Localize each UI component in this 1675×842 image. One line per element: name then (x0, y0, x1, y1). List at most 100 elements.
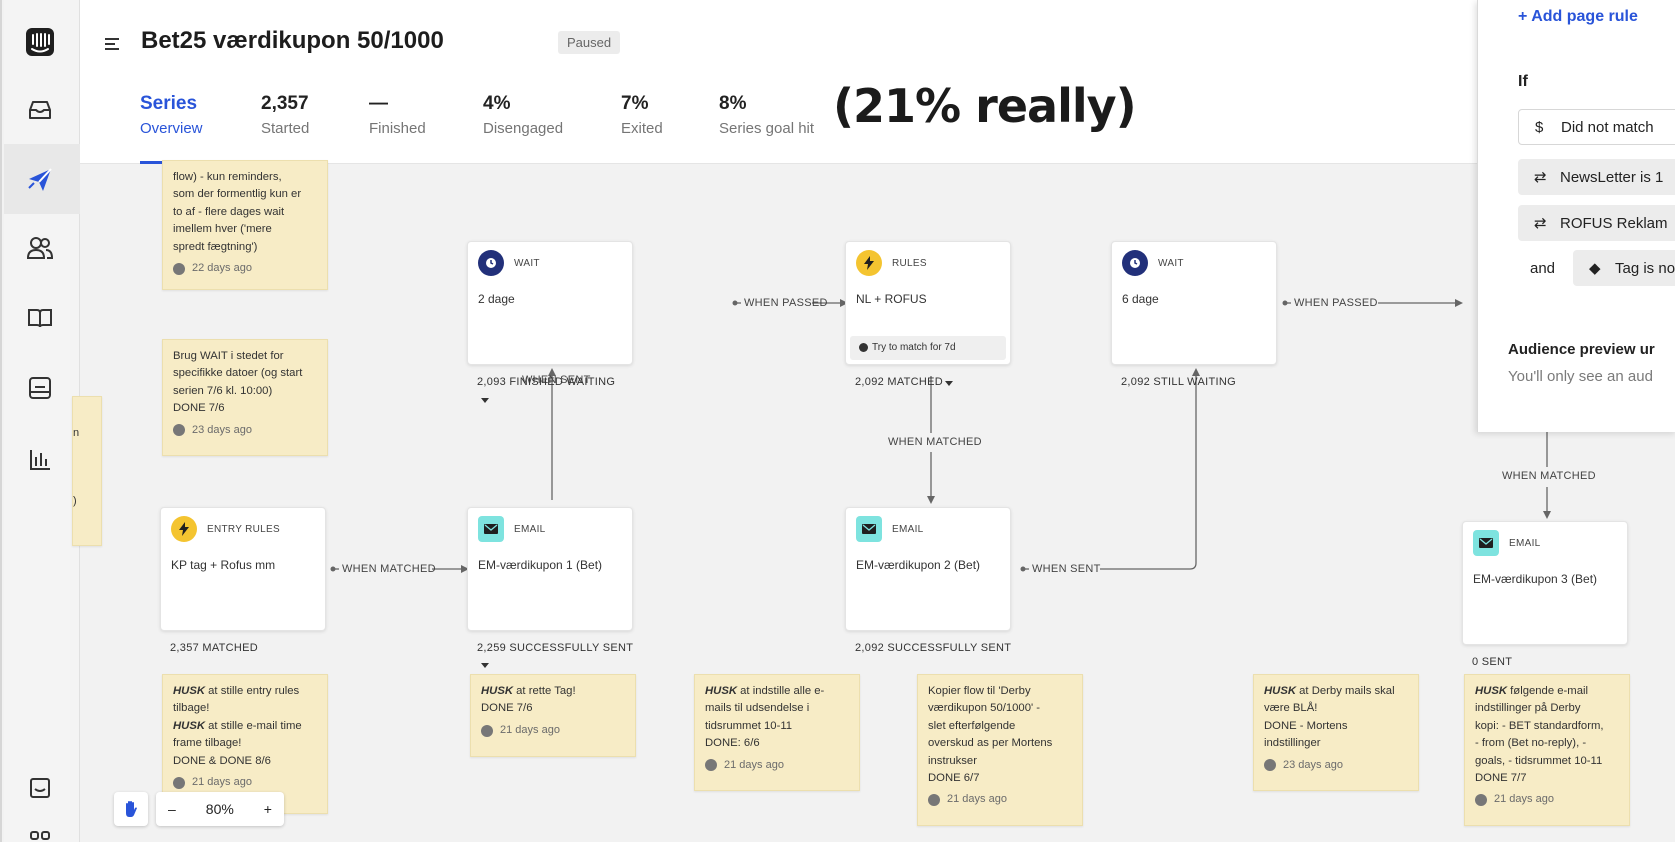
note-meta: 21 days ago (481, 722, 625, 739)
note-text: HUSK følgende e-mail indstillinger på De… (1475, 683, 1619, 787)
note-text: HUSK at stille entry rules tilbage! HUSK … (173, 683, 317, 770)
node-name: 2 dage (478, 292, 515, 306)
sticky-note[interactable]: HUSK følgende e-mail indstillinger på De… (1464, 674, 1630, 826)
stat-value: 7% (621, 93, 649, 114)
tab-overview-label: Overview (140, 120, 203, 137)
stat-disengaged[interactable]: 4% Disengaged (483, 93, 563, 137)
chevron-down-icon[interactable] (481, 398, 489, 403)
clock-icon (478, 250, 504, 276)
note-fragment: ) (73, 495, 77, 507)
note-meta: 21 days ago (705, 757, 849, 774)
node-entry-rules[interactable]: ENTRY RULES KP tag + Rofus mm (160, 507, 326, 631)
node-email-3[interactable]: EMAIL EM-værdikupon 3 (Bet) (1462, 521, 1628, 645)
note-fragment: n (73, 427, 80, 439)
rule-pill-rofus[interactable]: ⇄ ROFUS Reklam (1518, 205, 1675, 241)
node-count: 2,093 FINISHED WAITING (477, 376, 616, 388)
note-partial-left[interactable]: n ) (72, 396, 102, 546)
avatar (173, 424, 185, 437)
swap-icon: ⇄ (1534, 169, 1547, 186)
note-emphasis: HUSK (705, 685, 738, 697)
node-count: 0 SENT (1472, 656, 1513, 668)
connector-when-passed[interactable]: WHEN PASSED (1294, 297, 1378, 309)
tag-icon: ◆ (1589, 260, 1601, 277)
note-age: 21 days ago (1494, 793, 1554, 806)
add-page-rule-button[interactable]: + Add page rule (1518, 8, 1638, 26)
note-emphasis: HUSK (1475, 685, 1508, 697)
connector-when-matched[interactable]: WHEN MATCHED (1502, 470, 1596, 482)
stat-value: 2,357 (261, 93, 309, 114)
avatar (481, 724, 493, 737)
email-icon (856, 516, 882, 542)
rule-label: ROFUS Reklam (1560, 214, 1668, 232)
note-emphasis: HUSK (1264, 685, 1297, 697)
reports-chart-icon[interactable] (22, 442, 58, 478)
sticky-note[interactable]: flow) - kun reminders, som der formentli… (162, 160, 328, 290)
node-email-1[interactable]: EMAIL EM-værdikupon 1 (Bet) (467, 507, 633, 631)
sticky-note[interactable]: HUSK at rette Tag! DONE 7/6 21 days ago (470, 674, 636, 757)
apps-icon[interactable] (22, 818, 58, 842)
connector-when-matched[interactable]: WHEN MATCHED (342, 563, 436, 575)
sticky-note[interactable]: Kopier flow til 'Derby værdikupon 50/100… (917, 674, 1083, 826)
note-meta: 21 days ago (928, 791, 1072, 808)
node-type: EMAIL (1509, 538, 1541, 549)
zoom-out-button[interactable]: – (168, 801, 176, 817)
feedback-icon[interactable] (22, 770, 58, 806)
zoom-controls: – 80% + (114, 792, 284, 826)
messenger-icon[interactable] (22, 370, 58, 406)
and-label: and (1530, 260, 1556, 277)
page-title[interactable]: Bet25 værdikupon 50/1000 (141, 27, 444, 55)
chevron-down-icon[interactable] (945, 381, 953, 386)
hand-tool-button[interactable] (114, 792, 148, 826)
menu-icon[interactable] (105, 34, 121, 57)
connector-when-sent[interactable]: WHEN SENT (1032, 563, 1101, 575)
rules-panel: + Add page rule If $ Did not match ⇄ New… (1477, 0, 1675, 432)
note-age: 22 days ago (192, 262, 252, 275)
stat-goal-hit[interactable]: 8% Series goal hit (719, 93, 814, 137)
outbound-send-icon[interactable] (22, 162, 58, 198)
app-frame: Bet25 værdikupon 50/1000 Paused Series O… (0, 0, 1675, 842)
node-count: 2,092 MATCHED (855, 376, 944, 388)
node-type: RULES (892, 258, 927, 269)
note-text: HUSK at indstille alle e- mails til udse… (705, 683, 849, 753)
avatar (1475, 794, 1487, 807)
stat-label: Finished (369, 120, 426, 137)
connector-when-passed[interactable]: WHEN PASSED (744, 297, 828, 309)
sticky-note[interactable]: Brug WAIT i stedet for specifikke datoer… (162, 339, 328, 456)
zoom-in-button[interactable]: + (264, 801, 272, 817)
node-wait-6-dage[interactable]: WAIT 6 dage (1111, 241, 1277, 365)
series-canvas[interactable]: WHEN PASSED WHEN PASSED WHEN SENT WHEN M… (72, 160, 1675, 842)
stat-value: 8% (719, 93, 747, 114)
intercom-logo-icon[interactable] (22, 24, 58, 60)
stat-value: — (369, 93, 388, 114)
inbox-icon[interactable] (22, 92, 58, 128)
sticky-note[interactable]: HUSK at indstille alle e- mails til udse… (694, 674, 860, 791)
avatar (705, 759, 717, 772)
stat-finished[interactable]: — Finished (369, 93, 426, 137)
dollar-icon: $ (1535, 119, 1544, 136)
tab-overview-title: Series (140, 93, 198, 114)
node-email-2[interactable]: EMAIL EM-værdikupon 2 (Bet) (845, 507, 1011, 631)
chevron-down-icon[interactable] (481, 663, 489, 668)
zoom-level: 80% (205, 801, 234, 817)
contacts-icon[interactable] (22, 230, 58, 266)
email-icon (1473, 530, 1499, 556)
node-name: KP tag + Rofus mm (171, 558, 276, 572)
note-meta: 23 days ago (173, 422, 317, 439)
note-text: Kopier flow til 'Derby værdikupon 50/100… (928, 685, 1053, 785)
node-rules-nl-rofus[interactable]: RULES NL + ROFUS Try to match for 7d (845, 241, 1011, 365)
stat-started[interactable]: 2,357 Started (261, 93, 309, 137)
node-type: EMAIL (514, 524, 546, 535)
tab-overview[interactable]: Series Overview (140, 93, 203, 137)
rule-pill-newsletter[interactable]: ⇄ NewsLetter is 1 (1518, 159, 1675, 195)
rule-pill-tag[interactable]: ◆ Tag is no (1573, 250, 1675, 286)
avatar (1264, 759, 1276, 772)
sticky-note[interactable]: HUSK at Derby mails skal være BLÅ! DONE … (1253, 674, 1419, 791)
knowledge-book-icon[interactable] (22, 300, 58, 336)
stat-exited[interactable]: 7% Exited (621, 93, 663, 137)
node-type: WAIT (1158, 258, 1184, 269)
node-wait-2-dage[interactable]: WAIT 2 dage (467, 241, 633, 365)
connector-when-matched[interactable]: WHEN MATCHED (888, 436, 982, 448)
rule-pill-did-not-match[interactable]: $ Did not match (1518, 109, 1675, 145)
node-name: EM-værdikupon 2 (Bet) (856, 558, 981, 572)
email-icon (478, 516, 504, 542)
